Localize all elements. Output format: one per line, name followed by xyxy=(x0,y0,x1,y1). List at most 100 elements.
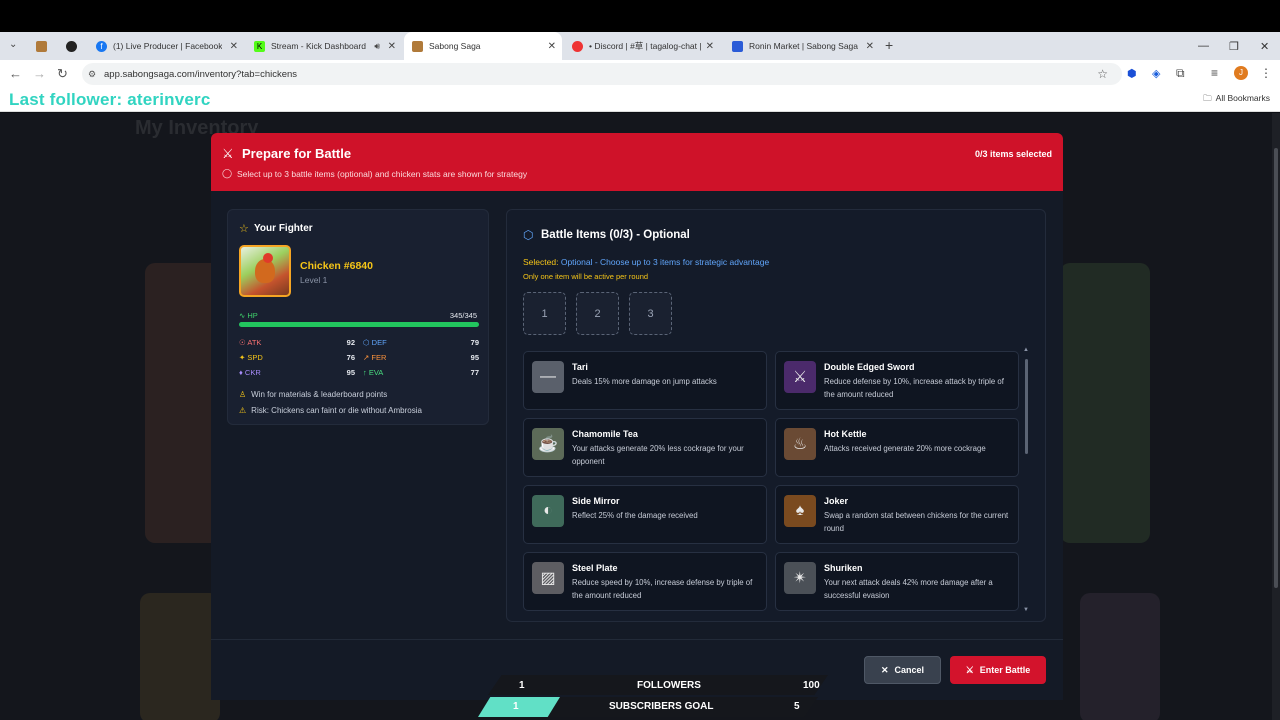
profile-avatar[interactable]: J xyxy=(1234,66,1248,80)
battle-item-card[interactable]: ♨ Hot Kettle Attacks received generate 20%… xyxy=(775,418,1019,477)
risk-note-text: Risk: Chickens can faint or die without … xyxy=(251,406,422,415)
battle-item-card[interactable]: ― Tari Deals 15% more damage on jump attac… xyxy=(523,351,767,410)
stat-name: ↗ FER xyxy=(363,353,387,362)
scroll-up-icon[interactable]: ▲ xyxy=(1023,347,1029,353)
extension-shield-icon[interactable]: ⬢ xyxy=(1127,67,1137,80)
stat-name: ♦ CKR xyxy=(239,368,261,377)
tab-facebook[interactable]: f (1) Live Producer | Facebook ✕ xyxy=(88,32,244,60)
item-name: Joker xyxy=(824,496,849,506)
tab-close-icon[interactable]: ✕ xyxy=(706,41,714,52)
followers-count: 1 xyxy=(519,680,525,691)
scroll-down-icon[interactable]: ▼ xyxy=(1023,607,1029,613)
maximize-button[interactable]: ❐ xyxy=(1229,32,1239,60)
check-circle-icon: ◯ xyxy=(222,168,233,178)
stat-fer: ↗ FER 95 xyxy=(363,353,479,363)
crossed-swords-icon: ⚔ xyxy=(222,146,234,161)
stat-name: ⬡ DEF xyxy=(363,338,387,347)
cancel-button[interactable]: ✕ Cancel xyxy=(864,656,941,684)
tab-sabong-pinned[interactable] xyxy=(28,32,54,60)
tab-ronin-market[interactable]: Ronin Market | Sabong Saga C ✕ xyxy=(724,32,880,60)
stat-value: 76 xyxy=(346,353,355,362)
subs-count: 1 xyxy=(513,701,519,712)
speaker-icon[interactable]: 🔊︎ xyxy=(374,41,380,52)
tab-close-icon[interactable]: ✕ xyxy=(230,41,238,52)
scrollbar-thumb[interactable] xyxy=(1274,148,1278,588)
battle-item-card[interactable]: ⚔ Double Edged Sword Reduce defense by 10%… xyxy=(775,351,1019,410)
site-info-icon[interactable]: ⚙ xyxy=(88,69,96,80)
followers-label: FOLLOWERS xyxy=(637,680,701,691)
page-scrollbar[interactable] xyxy=(1272,113,1280,720)
item-description: Deals 15% more damage on jump attacks xyxy=(572,377,717,386)
kick-icon: K xyxy=(254,40,265,52)
all-bookmarks-label: All Bookmarks xyxy=(1215,93,1270,103)
stat-value: 77 xyxy=(470,368,479,377)
stat-icon: ☉ xyxy=(239,338,246,347)
battle-item-card[interactable]: ✴ Shuriken Your next attack deals 42% more… xyxy=(775,552,1019,611)
extensions-puzzle-icon[interactable]: ⧉ xyxy=(1176,66,1185,81)
close-window-button[interactable]: ✕ xyxy=(1260,32,1269,60)
stat-value: 95 xyxy=(346,368,355,377)
all-bookmarks-link[interactable]: 🗀 All Bookmarks xyxy=(1203,93,1270,107)
stat-icon: ↗ xyxy=(363,353,370,362)
stat-name: ✦ SPD xyxy=(239,353,263,362)
item-slot-1[interactable]: 1 xyxy=(523,292,566,335)
stat-icon: ↑ xyxy=(363,368,367,377)
tab-discord[interactable]: • Discord | #草 | tagalog-chat | ✕ xyxy=(564,32,720,60)
new-tab-button[interactable]: + xyxy=(885,37,893,53)
hp-label: ∿ HP xyxy=(239,311,258,320)
stream-goal-overlay: 1 FOLLOWERS 100 1 SUBSCRIBERS GOAL 5 xyxy=(478,675,828,720)
tab-close-icon[interactable]: ✕ xyxy=(548,41,556,52)
url-text: app.sabongsaga.com/inventory?tab=chicken… xyxy=(104,68,298,80)
chicken-avatar xyxy=(239,245,291,297)
minimize-button[interactable]: — xyxy=(1198,32,1209,60)
battle-items-heading: Battle Items (0/3) - Optional xyxy=(541,229,690,241)
reload-icon[interactable]: ↻ xyxy=(57,66,68,82)
tab-sabong-saga[interactable]: Sabong Saga ✕ xyxy=(404,32,562,60)
screen-top-bar xyxy=(0,0,1280,32)
back-icon[interactable]: ← xyxy=(9,66,22,81)
item-name: Hot Kettle xyxy=(824,429,867,439)
item-list-scroll-thumb[interactable] xyxy=(1025,359,1028,454)
selected-summary: Selected: Optional - Choose up to 3 item… xyxy=(523,257,769,267)
battle-item-card[interactable]: ◐ Side Mirror Reflect 25% of the damage re… xyxy=(523,485,767,544)
steel-plate-icon: ▨ xyxy=(532,562,564,594)
subs-label: SUBSCRIBERS GOAL xyxy=(609,701,714,712)
stat-value: 95 xyxy=(470,353,479,362)
followers-goal: 100 xyxy=(803,680,820,691)
address-bar-row: ← → ↻ ⚙ app.sabongsaga.com/inventory?tab… xyxy=(0,60,1280,88)
battle-item-card[interactable]: ▨ Steel Plate Reduce speed by 10%, increas… xyxy=(523,552,767,611)
item-description: Your next attack deals 42% more damage a… xyxy=(824,578,993,600)
tab-kick[interactable]: K Stream - Kick Dashboard 🔊︎ ✕ xyxy=(246,32,402,60)
item-list-scrollbar[interactable]: ▲ ▼ xyxy=(1023,347,1029,613)
facebook-icon: f xyxy=(96,40,107,52)
chamomile-tea-icon: ☕ xyxy=(532,428,564,460)
enter-battle-button[interactable]: ⚔ Enter Battle xyxy=(950,656,1046,684)
tab-title: Ronin Market | Sabong Saga C xyxy=(749,41,859,51)
url-field[interactable]: ⚙ app.sabongsaga.com/inventory?tab=chick… xyxy=(82,63,1122,85)
tari-icon: ― xyxy=(532,361,564,393)
stat-ckr: ♦ CKR 95 xyxy=(239,368,355,378)
prepare-battle-modal: ⚔ Prepare for Battle ◯ Select up to 3 ba… xyxy=(211,133,1063,700)
tab-github[interactable] xyxy=(58,32,84,60)
extension-bitwarden-icon[interactable]: ◈ xyxy=(1152,67,1160,80)
stat-icon: ✦ xyxy=(239,353,246,362)
browser-menu-icon[interactable]: ⋮ xyxy=(1260,66,1272,80)
stat-name: ↑ EVA xyxy=(363,368,384,377)
bookmark-star-icon[interactable]: ☆ xyxy=(1097,67,1108,81)
item-slot-2[interactable]: 2 xyxy=(576,292,619,335)
enter-battle-label: Enter Battle xyxy=(979,665,1031,675)
battle-item-card[interactable]: ♠ Joker Swap a random stat between chicken… xyxy=(775,485,1019,544)
forward-icon[interactable]: → xyxy=(33,66,46,81)
tab-search-icon[interactable]: ⌄ xyxy=(9,39,17,50)
battle-item-grid: ― Tari Deals 15% more damage on jump attac… xyxy=(523,351,1023,611)
item-name: Double Edged Sword xyxy=(824,362,915,372)
tab-close-icon[interactable]: ✕ xyxy=(866,41,874,52)
item-name: Steel Plate xyxy=(572,563,618,573)
tab-close-icon[interactable]: ✕ xyxy=(388,41,396,52)
item-description: Reflect 25% of the damage received xyxy=(572,511,698,520)
shield-icon: ⬡ xyxy=(523,228,534,242)
item-slot-3[interactable]: 3 xyxy=(629,292,672,335)
media-control-icon[interactable]: ≡ xyxy=(1211,66,1218,80)
chicken-level: Level 1 xyxy=(300,275,328,285)
battle-item-card[interactable]: ☕ Chamomile Tea Your attacks generate 20% … xyxy=(523,418,767,477)
